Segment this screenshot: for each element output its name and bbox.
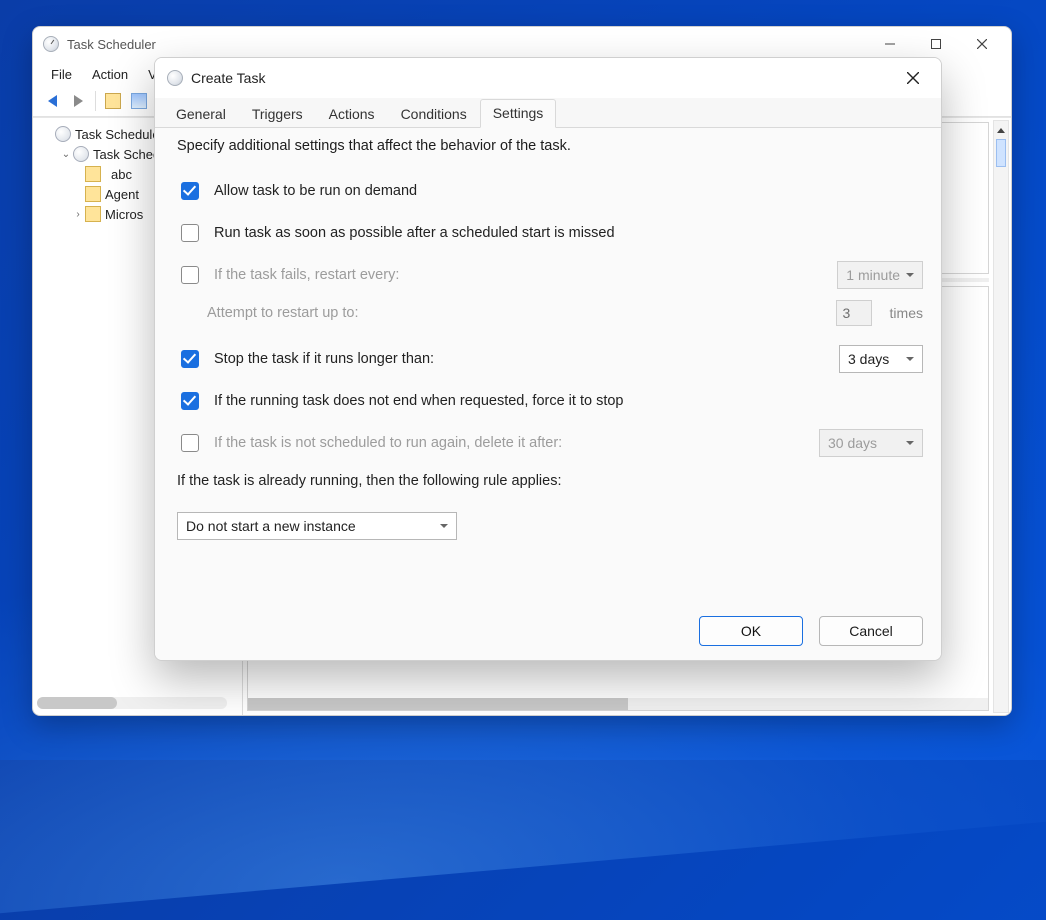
- cancel-button[interactable]: Cancel: [819, 616, 923, 646]
- checkbox-allow-demand[interactable]: [181, 182, 199, 200]
- content-vertical-scrollbar[interactable]: [993, 120, 1009, 713]
- tab-actions[interactable]: Actions: [316, 100, 388, 128]
- forward-button[interactable]: [67, 90, 89, 112]
- dialog-close-button[interactable]: [893, 62, 933, 94]
- tab-triggers[interactable]: Triggers: [239, 100, 316, 128]
- tree-folder-abc-label: abc: [105, 167, 138, 182]
- label-allow-demand: Allow task to be run on demand: [214, 183, 923, 199]
- label-force-stop: If the running task does not end when re…: [214, 393, 923, 409]
- row-stop-long: Stop the task if it runs longer than: 3 …: [177, 344, 923, 374]
- label-attempt-restart: Attempt to restart up to:: [207, 305, 824, 321]
- create-task-dialog: Create Task General Triggers Actions Con…: [154, 57, 942, 661]
- row-attempt-restart: Attempt to restart up to: 3 times: [177, 298, 923, 328]
- row-allow-demand: Allow task to be run on demand: [177, 176, 923, 206]
- checkbox-force-stop[interactable]: [181, 392, 199, 410]
- tab-conditions[interactable]: Conditions: [388, 100, 480, 128]
- main-window-title: Task Scheduler: [67, 37, 156, 52]
- settings-description: Specify additional settings that affect …: [177, 138, 923, 154]
- dialog-title: Create Task: [191, 70, 265, 86]
- label-run-missed: Run task as soon as possible after a sch…: [214, 225, 923, 241]
- dialog-tabstrip: General Triggers Actions Conditions Sett…: [155, 98, 941, 128]
- row-run-missed: Run task as soon as possible after a sch…: [177, 218, 923, 248]
- scroll-up-icon: [997, 128, 1005, 133]
- combo-stop-long[interactable]: 3 days: [839, 345, 923, 373]
- folder-icon: [85, 206, 101, 222]
- row-force-stop: If the running task does not end when re…: [177, 386, 923, 416]
- dialog-titlebar: Create Task: [155, 58, 941, 98]
- expander-icon[interactable]: ›: [71, 209, 85, 220]
- folder-icon: [85, 166, 101, 182]
- dialog-button-bar: OK Cancel: [155, 606, 941, 660]
- tree-horizontal-scrollbar[interactable]: [37, 697, 227, 709]
- back-button[interactable]: [41, 90, 63, 112]
- label-delete-after: If the task is not scheduled to run agai…: [214, 435, 807, 451]
- clock-icon: [55, 126, 71, 142]
- maximize-button[interactable]: [913, 29, 959, 59]
- label-times: times: [890, 305, 923, 321]
- tab-settings[interactable]: Settings: [480, 99, 557, 128]
- label-restart-fail: If the task fails, restart every:: [214, 267, 825, 283]
- tab-general[interactable]: General: [163, 100, 239, 128]
- label-already-running: If the task is already running, then the…: [177, 473, 923, 489]
- tree-folder-agent-label: Agent: [105, 187, 139, 202]
- details-horizontal-scrollbar[interactable]: [248, 698, 988, 710]
- checkbox-restart-fail[interactable]: [181, 266, 199, 284]
- input-attempt-count[interactable]: 3: [836, 300, 872, 326]
- tree-root-label: Task Scheduler: [75, 127, 164, 142]
- tree-folder-microsoft-label: Micros: [105, 207, 143, 222]
- combo-running-rule[interactable]: Do not start a new instance: [177, 512, 457, 540]
- toolbar-button-2[interactable]: [128, 90, 150, 112]
- menu-action[interactable]: Action: [84, 65, 136, 84]
- scrollbar-thumb[interactable]: [996, 139, 1006, 167]
- task-scheduler-icon: [43, 36, 59, 52]
- settings-tab-content: Specify additional settings that affect …: [155, 128, 941, 606]
- menu-file[interactable]: File: [43, 65, 80, 84]
- row-already-running: If the task is already running, then the…: [177, 466, 923, 496]
- checkbox-delete-after[interactable]: [181, 434, 199, 452]
- close-button[interactable]: [959, 29, 1005, 59]
- folder-icon: [85, 186, 101, 202]
- checkbox-run-missed[interactable]: [181, 224, 199, 242]
- checkbox-stop-long[interactable]: [181, 350, 199, 368]
- clock-icon: [73, 146, 89, 162]
- ok-button[interactable]: OK: [699, 616, 803, 646]
- clock-icon: [167, 70, 183, 86]
- toolbar-button-1[interactable]: [102, 90, 124, 112]
- label-stop-long: Stop the task if it runs longer than:: [214, 351, 827, 367]
- row-restart-fail: If the task fails, restart every: 1 minu…: [177, 260, 923, 290]
- combo-restart-interval[interactable]: 1 minute: [837, 261, 923, 289]
- main-titlebar: Task Scheduler: [33, 27, 1011, 61]
- expander-icon[interactable]: ⌄: [59, 149, 73, 160]
- row-delete-after: If the task is not scheduled to run agai…: [177, 428, 923, 458]
- combo-delete-after[interactable]: 30 days: [819, 429, 923, 457]
- minimize-button[interactable]: [867, 29, 913, 59]
